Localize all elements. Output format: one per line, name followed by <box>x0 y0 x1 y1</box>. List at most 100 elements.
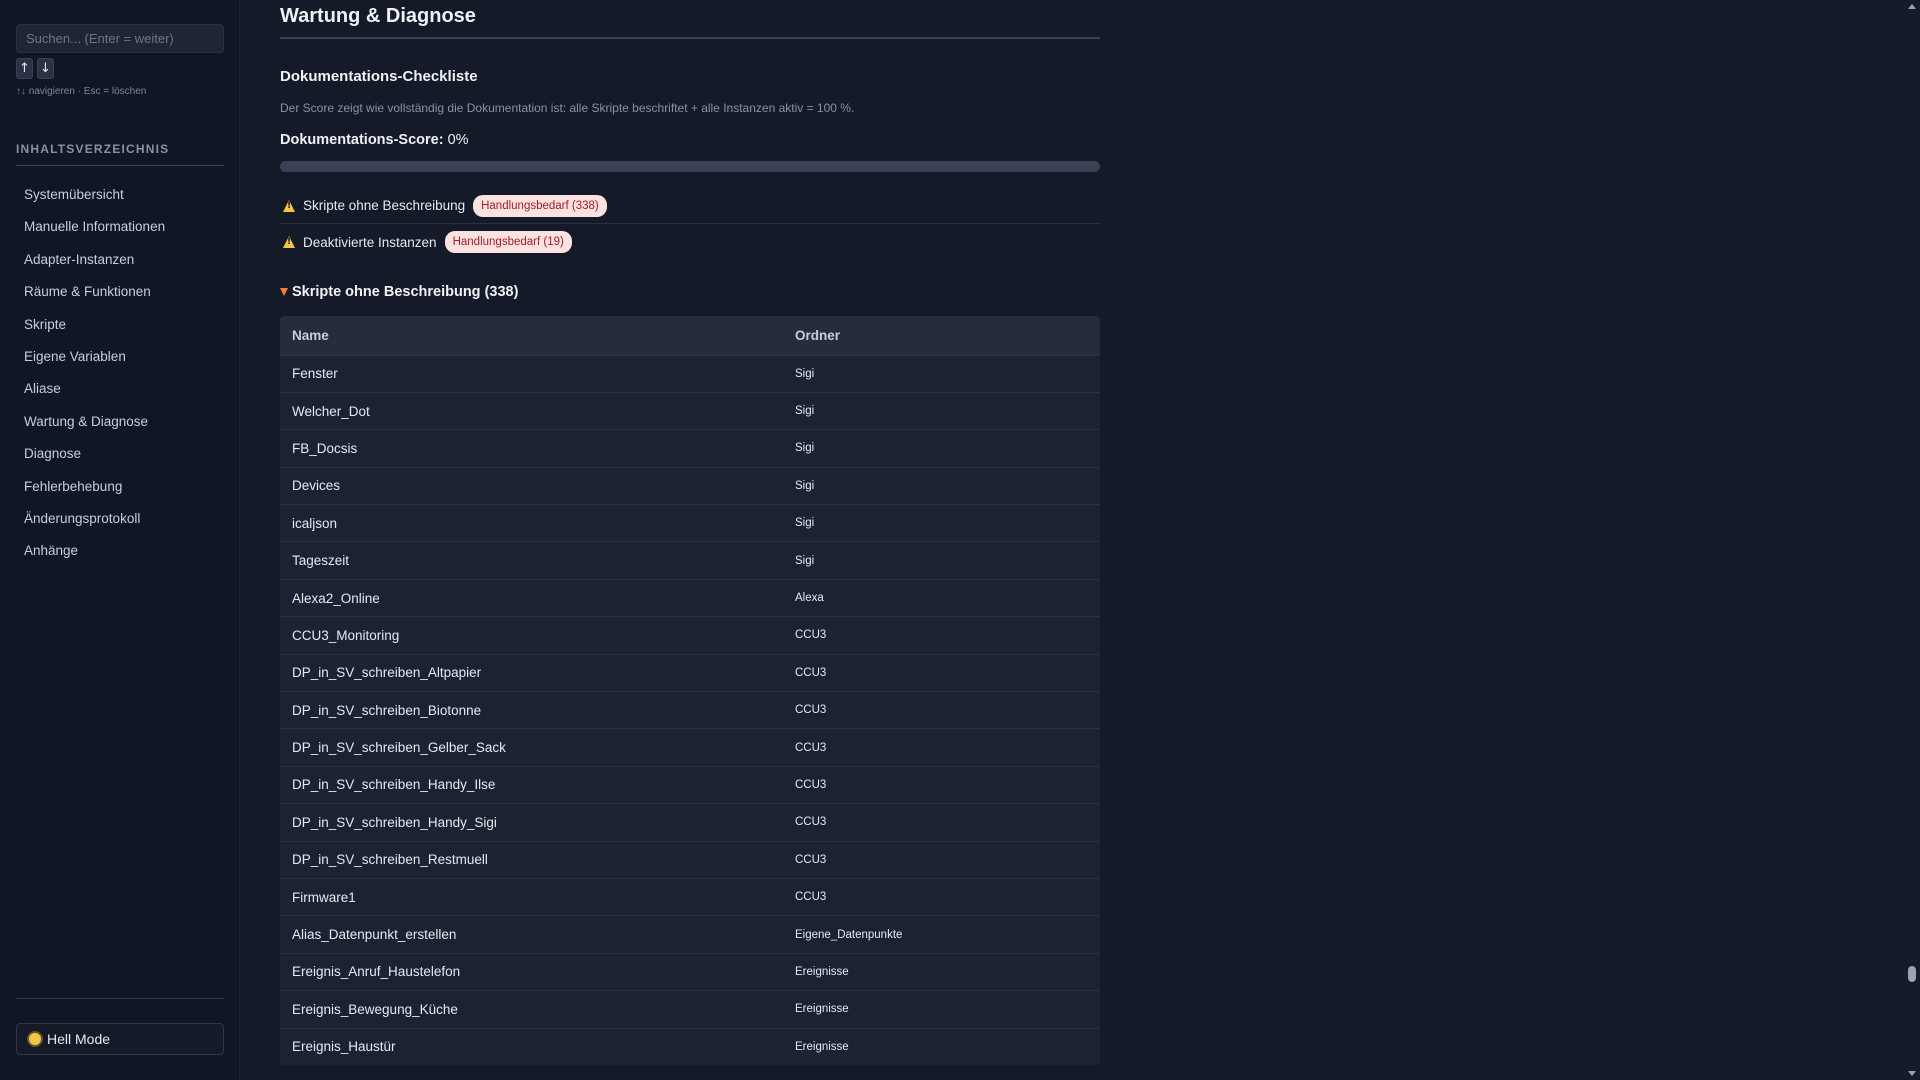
table-row: CCU3_Monitoring CCU3 <box>280 616 1100 655</box>
table-row: Alexa2_Online Alexa <box>280 578 1100 617</box>
scripts-table-container: Name Ordner Fenster Sigi Welcher_Dot Sigi FB… <box>280 316 1100 1066</box>
status-badge: Handlungsbedarf (19) <box>444 231 572 253</box>
script-folder-cell: Ereignisse <box>783 952 1100 991</box>
script-name-cell: DP_in_SV_schreiben_Handy_Sigi <box>280 803 783 842</box>
theme-toggle-button[interactable]: Hell Mode <box>16 1023 224 1055</box>
script-folder-cell: Eigene_Datenpunkte <box>783 915 1100 954</box>
script-folder-cell: Sigi <box>783 429 1100 468</box>
script-folder-cell: CCU3 <box>783 840 1100 879</box>
toc-item-fehlerbehebung[interactable]: Fehlerbehebung <box>16 473 224 505</box>
script-folder-cell: Sigi <box>783 466 1100 505</box>
toc-item-raeume-funktionen[interactable]: Räume & Funktionen <box>16 278 224 310</box>
section-title: Dokumentations-Checkliste <box>280 68 478 85</box>
script-name-cell: CCU3_Monitoring <box>280 616 783 655</box>
column-header-name: Name <box>292 327 329 343</box>
script-folder-cell: Sigi <box>783 354 1100 393</box>
scroll-up-icon[interactable] <box>1908 4 1916 9</box>
toc-item-wartung-diagnose[interactable]: Wartung & Diagnose <box>16 408 224 440</box>
toc-item-aliase[interactable]: Aliase <box>16 375 224 407</box>
script-name-cell: DP_in_SV_schreiben_Restmuell <box>280 840 783 879</box>
script-name-cell: Ereignis_Anruf_Haustelefon <box>280 952 783 991</box>
table-row: DP_in_SV_schreiben_Restmuell CCU3 <box>280 840 1100 879</box>
toc-item-systemuebersicht[interactable]: Systemübersicht <box>16 181 224 213</box>
search-hint: ↑↓ navigieren · Esc = löschen <box>16 86 147 97</box>
script-name-cell: DP_in_SV_schreiben_Biotonne <box>280 691 783 729</box>
score-label: Dokumentations-Score: <box>280 132 444 148</box>
page-title: Wartung & Diagnose <box>280 5 1100 39</box>
table-row: DP_in_SV_schreiben_Handy_Sigi CCU3 <box>280 803 1100 842</box>
toc-title: INHALTSVERZEICHNIS <box>16 142 224 166</box>
search-nav-arrows: ↑ ↓ <box>16 58 54 79</box>
script-folder-cell: CCU3 <box>783 653 1100 692</box>
table-row: DP_in_SV_schreiben_Biotonne CCU3 <box>280 691 1100 729</box>
script-folder-cell: CCU3 <box>783 877 1100 916</box>
scroll-down-icon[interactable] <box>1908 1071 1916 1076</box>
page-scrollbar[interactable] <box>1904 0 1920 1080</box>
script-name-cell: Welcher_Dot <box>280 391 783 430</box>
script-folder-cell: CCU3 <box>783 728 1100 767</box>
script-name-cell: Devices <box>280 466 783 505</box>
search-previous-button[interactable]: ↑ <box>16 58 33 79</box>
sidebar-divider <box>16 998 224 999</box>
table-row: FB_Docsis Sigi <box>280 429 1100 468</box>
script-name-cell: Fenster <box>280 354 783 393</box>
script-name-cell: Ereignis_Bewegung_Küche <box>280 990 783 1029</box>
table-row: Ereignis_Bewegung_Küche Ereignisse <box>280 990 1100 1029</box>
table-row: DP_in_SV_schreiben_Gelber_Sack CCU3 <box>280 728 1100 767</box>
script-folder-cell: CCU3 <box>783 803 1100 842</box>
script-folder-cell: CCU3 <box>783 765 1100 804</box>
script-folder-cell: Alexa <box>783 578 1100 617</box>
warning-icon <box>283 199 295 212</box>
scrollbar-thumb[interactable] <box>1908 966 1916 982</box>
toc-item-diagnose[interactable]: Diagnose <box>16 440 224 472</box>
checklist-item-scripts: Skripte ohne Beschreibung Handlungsbedar… <box>280 188 1100 224</box>
theme-toggle-label: Hell Mode <box>47 1031 111 1047</box>
details-toggle-scripts[interactable]: Skripte ohne Beschreibung (338) <box>280 284 518 300</box>
table-row: DP_in_SV_schreiben_Handy_Ilse CCU3 <box>280 765 1100 804</box>
section-description: Der Score zeigt wie vollständig die Doku… <box>280 101 855 115</box>
table-row: Welcher_Dot Sigi <box>280 391 1100 430</box>
checklist-label: Skripte ohne Beschreibung <box>303 198 466 213</box>
toc-item-adapter-instanzen[interactable]: Adapter-Instanzen <box>16 246 224 278</box>
table-row: Tageszeit Sigi <box>280 541 1100 580</box>
table-row: icaljson Sigi <box>280 504 1100 542</box>
script-folder-cell: Sigi <box>783 541 1100 580</box>
script-folder-cell: Sigi <box>783 504 1100 542</box>
script-name-cell: Tageszeit <box>280 541 783 580</box>
warning-icon <box>283 236 295 248</box>
script-folder-cell: Ereignisse <box>783 1027 1100 1066</box>
table-row: Fenster Sigi <box>280 354 1100 393</box>
script-folder-cell: CCU3 <box>783 616 1100 655</box>
script-folder-cell: Ereignisse <box>783 990 1100 1029</box>
script-name-cell: DP_in_SV_schreiben_Altpapier <box>280 653 783 692</box>
checklist-item-instances: Deaktivierte Instanzen Handlungsbedarf (… <box>280 224 1100 260</box>
table-row: DP_in_SV_schreiben_Altpapier CCU3 <box>280 653 1100 692</box>
table-row: Alias_Datenpunkt_erstellen Eigene_Datenpu… <box>280 915 1100 954</box>
table-body: Fenster Sigi Welcher_Dot Sigi FB_Docsis Sigi D… <box>280 354 1100 1066</box>
search-next-button[interactable]: ↓ <box>37 58 54 79</box>
column-header-ordner: Ordner <box>795 327 841 343</box>
search-input[interactable] <box>16 24 224 53</box>
toc-item-aenderungsprotokoll[interactable]: Änderungsprotokoll <box>16 505 224 537</box>
toc-item-eigene-variablen[interactable]: Eigene Variablen <box>16 343 224 375</box>
script-name-cell: Ereignis_Haustür <box>280 1027 783 1066</box>
score-progress-bar <box>280 161 1100 172</box>
toc-item-anhaenge[interactable]: Anhänge <box>16 537 224 569</box>
toc-item-manuelle-informationen[interactable]: Manuelle Informationen <box>16 213 224 245</box>
toc-item-skripte[interactable]: Skripte <box>16 311 224 343</box>
scripts-table: Name Ordner Fenster Sigi Welcher_Dot Sigi FB… <box>280 316 1100 1066</box>
sidebar: ↑ ↓ ↑↓ navigieren · Esc = löschen INHALT… <box>0 0 240 1080</box>
table-header-row: Name Ordner <box>280 316 1100 355</box>
details-summary-label: Skripte ohne Beschreibung (338) <box>292 284 519 300</box>
script-name-cell: DP_in_SV_schreiben_Handy_Ilse <box>280 765 783 804</box>
script-name-cell: Alias_Datenpunkt_erstellen <box>280 915 783 954</box>
score-value: 0% <box>447 132 469 148</box>
table-row: Devices Sigi <box>280 466 1100 505</box>
sun-icon <box>29 1033 41 1045</box>
table-row: Ereignis_Anruf_Haustelefon Ereignisse <box>280 952 1100 991</box>
script-name-cell: DP_in_SV_schreiben_Gelber_Sack <box>280 728 783 767</box>
table-row: Firmware1 CCU3 <box>280 877 1100 916</box>
toc-list: Systemübersicht Manuelle Informationen A… <box>16 181 224 570</box>
script-name-cell: Alexa2_Online <box>280 578 783 617</box>
documentation-score: Dokumentations-Score: 0% <box>280 132 469 148</box>
